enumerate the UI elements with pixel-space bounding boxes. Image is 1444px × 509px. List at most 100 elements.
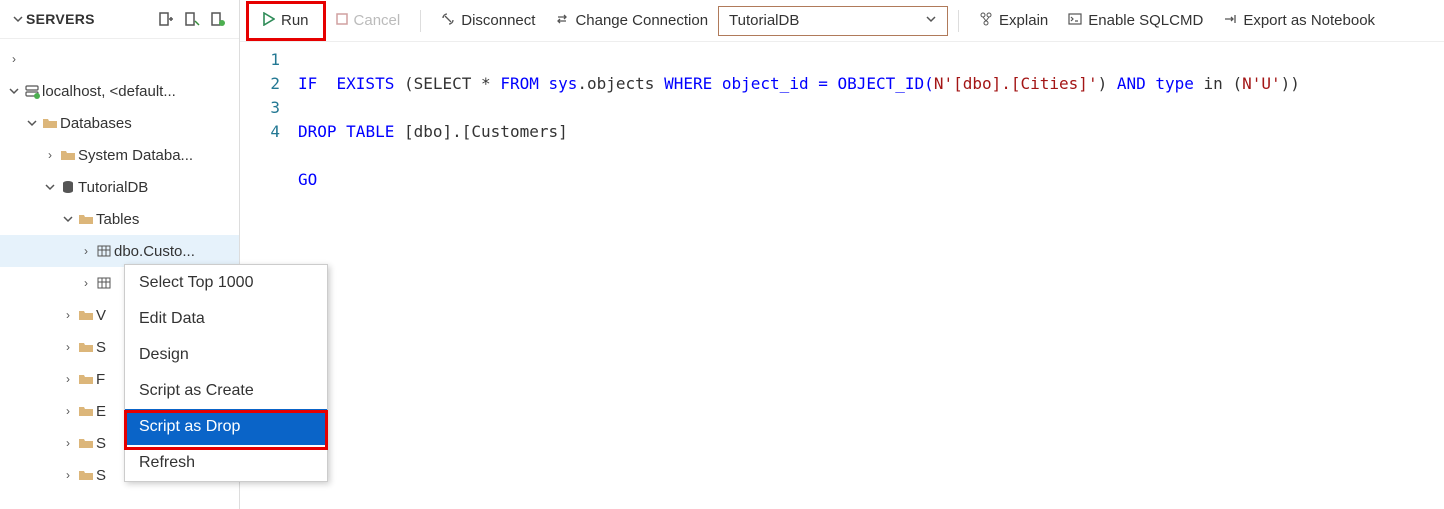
run-button-highlight: Run [246,1,326,41]
tree-label: dbo.Custo... [114,243,195,260]
menu-label: Refresh [139,454,195,472]
sidebar-header: SERVERS [0,0,239,39]
sql-editor[interactable]: 1 2 3 4 IF EXISTS (SELECT * FROM sys.obj… [240,42,1444,288]
chevron-down-icon [6,86,22,96]
disconnect-label: Disconnect [461,12,535,29]
token: TABLE [346,122,394,141]
tree-row-dbo-custo[interactable]: › dbo.Custo... [0,235,239,267]
tree-row-tutorialdb[interactable]: TutorialDB [0,171,239,203]
database-dropdown-value: TutorialDB [729,12,799,29]
tree-label: F [96,371,105,388]
folder-icon [76,435,96,451]
line-number: 3 [240,96,280,120]
editor-gutter: 1 2 3 4 [240,48,298,288]
menu-label: Edit Data [139,310,205,328]
menu-label: Script as Create [139,382,254,400]
token: [dbo].[Customers] [394,122,567,141]
database-icon [58,179,78,195]
cancel-label: Cancel [354,12,401,29]
explain-button[interactable]: Explain [969,6,1058,36]
token: sys [539,74,578,93]
token: in [1204,74,1223,93]
stop-icon [336,12,348,29]
tree-label: S [96,339,106,356]
chevron-right-icon: › [6,52,22,66]
menu-script-as-drop[interactable]: Script as Drop [125,409,327,445]
folder-icon [76,211,96,227]
token: FROM [500,74,539,93]
token: ) [1098,74,1117,93]
token: DROP [298,122,337,141]
chevron-down-icon [42,182,58,192]
chevron-right-icon: › [78,276,94,290]
tree-row-sysdb[interactable]: › System Databa... [0,139,239,171]
tree-label: Tables [96,211,139,228]
explain-label: Explain [999,12,1048,29]
token: )) [1281,74,1300,93]
new-query-icon[interactable] [155,8,177,30]
sqlcmd-icon [1068,12,1082,30]
folder-icon [76,467,96,483]
export-icon [1223,12,1237,30]
tree-label: System Databa... [78,147,193,164]
menu-script-as-create[interactable]: Script as Create [125,373,327,409]
editor-code[interactable]: IF EXISTS (SELECT * FROM sys.objects WHE… [298,48,1300,288]
tree-label: S [96,435,106,452]
change-connection-icon [555,12,569,30]
cancel-button: Cancel [326,6,411,36]
token: * [471,74,500,93]
folder-icon [76,339,96,355]
enable-sqlcmd-button[interactable]: Enable SQLCMD [1058,6,1213,36]
folder-icon [58,147,78,163]
refresh-server-icon[interactable] [207,8,229,30]
server-icon [22,83,42,99]
change-connection-button[interactable]: Change Connection [545,6,718,36]
tree-row-root[interactable]: › [0,43,239,75]
tree-row-databases[interactable]: Databases [0,107,239,139]
token: .objects [577,74,664,93]
token: N'U' [1242,74,1281,93]
line-number: 1 [240,48,280,72]
line-number: 4 [240,120,280,144]
menu-edit-data[interactable]: Edit Data [125,301,327,337]
chevron-right-icon: › [60,468,76,482]
chevron-down-icon [24,118,40,128]
tree-label: localhost, <default... [42,83,176,100]
folder-icon [76,371,96,387]
context-menu: Select Top 1000 Edit Data Design Script … [124,264,328,482]
play-icon [263,12,275,30]
tree-label: Databases [60,115,132,132]
chevron-right-icon: › [60,372,76,386]
menu-label: Design [139,346,189,364]
chevron-right-icon: › [60,404,76,418]
folder-icon [76,307,96,323]
chevron-down-icon [925,12,937,29]
chevron-right-icon: › [60,340,76,354]
run-button[interactable]: Run [253,6,319,36]
new-notebook-icon[interactable] [181,8,203,30]
tree-row-localhost[interactable]: localhost, <default... [0,75,239,107]
chevron-down-icon [60,214,76,224]
line-number: 2 [240,72,280,96]
database-dropdown[interactable]: TutorialDB [718,6,948,36]
chevron-right-icon: › [78,244,94,258]
token: ( [1223,74,1242,93]
tree-label: TutorialDB [78,179,148,196]
change-connection-label: Change Connection [575,12,708,29]
sqlcmd-label: Enable SQLCMD [1088,12,1203,29]
tree-row-tables[interactable]: Tables [0,203,239,235]
tree-label: S [96,467,106,484]
toolbar-separator [420,10,421,32]
tree-label: V [96,307,106,324]
token: IF [298,74,317,93]
menu-refresh[interactable]: Refresh [125,445,327,481]
menu-label: Script as Drop [139,418,240,436]
disconnect-button[interactable]: Disconnect [431,6,545,36]
menu-select-top-1000[interactable]: Select Top 1000 [125,265,327,301]
export-notebook-button[interactable]: Export as Notebook [1213,6,1385,36]
sidebar-title: SERVERS [26,11,151,27]
sidebar-collapse-chevron[interactable] [10,14,26,24]
table-icon [94,243,114,259]
menu-design[interactable]: Design [125,337,327,373]
token: (SELECT [404,74,471,93]
